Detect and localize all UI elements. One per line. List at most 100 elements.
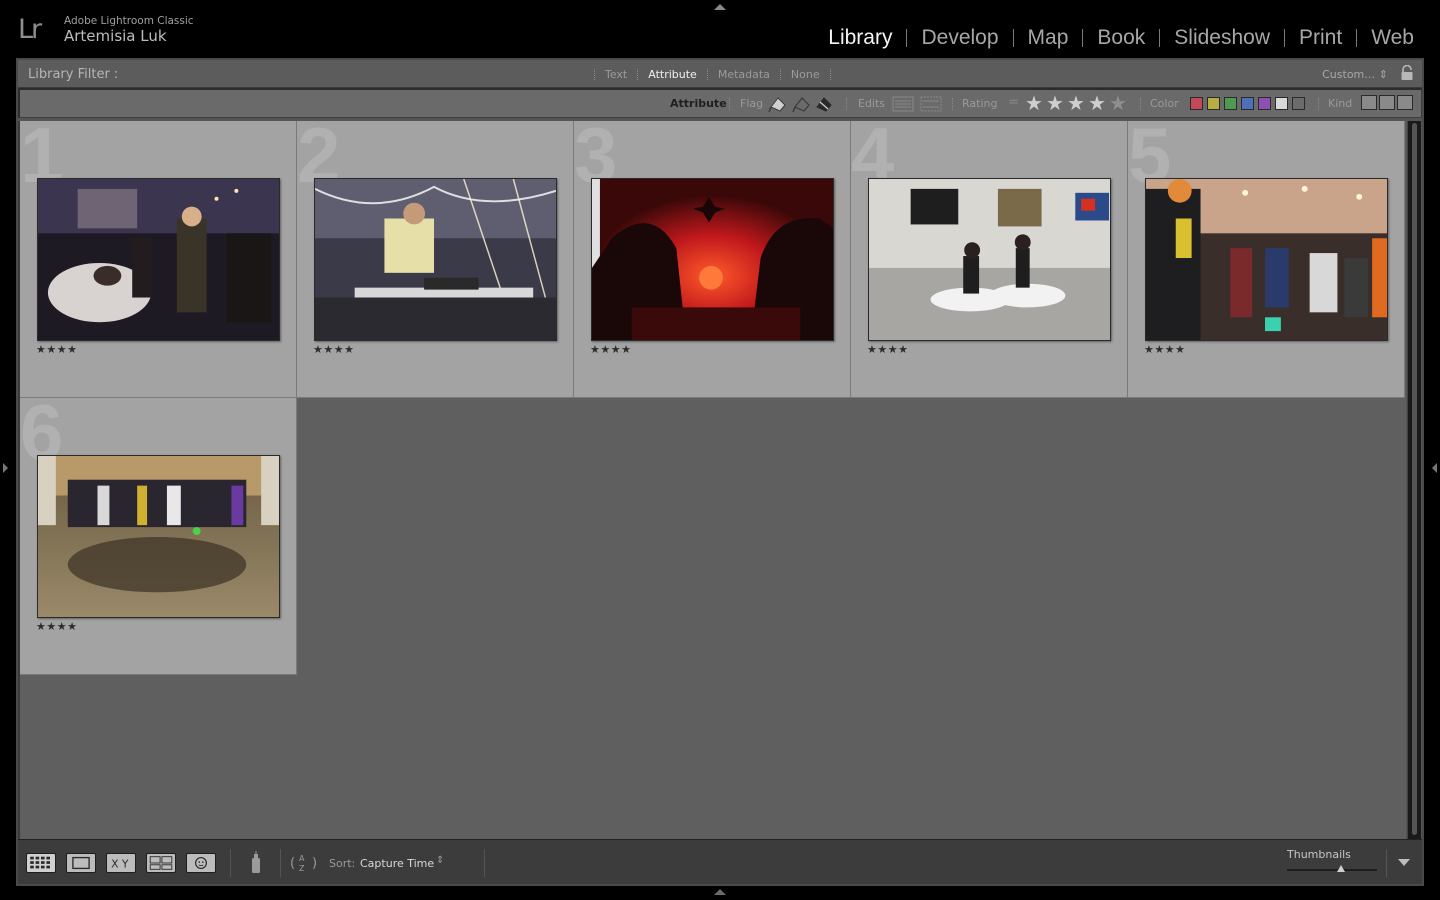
toolbar-content-menu-icon[interactable] bbox=[1398, 859, 1410, 866]
cell-rating: ★★★★ bbox=[590, 343, 632, 356]
photo-thumbnail[interactable] bbox=[37, 455, 280, 618]
flag-picked-icon[interactable] bbox=[768, 94, 788, 114]
toolbar-divider bbox=[230, 849, 231, 877]
filter-preset-select[interactable]: Custom… ⇕ bbox=[1322, 68, 1388, 81]
module-library[interactable]: Library bbox=[814, 26, 906, 50]
identity-plate: Lr Adobe Lightroom Classic Artemisia Luk… bbox=[0, 0, 1440, 58]
survey-view-icon[interactable] bbox=[146, 853, 176, 873]
module-picker: Library Develop Map Book Slideshow Print… bbox=[814, 24, 1428, 52]
thumbnails-label: Thumbnails bbox=[1287, 848, 1351, 861]
rating-star-icon[interactable]: ★ bbox=[1088, 93, 1106, 113]
toolbar-divider bbox=[280, 849, 281, 877]
lock-icon[interactable] bbox=[1400, 65, 1414, 81]
color-swatch[interactable] bbox=[1241, 97, 1254, 110]
cell-rating: ★★★★ bbox=[36, 343, 78, 356]
filter-tab-attribute[interactable]: Attribute bbox=[638, 68, 707, 81]
grid-scrollbar[interactable] bbox=[1407, 121, 1421, 839]
thumbnail-grid[interactable]: 1 ★★★★ 2 ★★★★ 3 ★★★★ 4 ★★★★ 5 ★★★★ 6 ★★★… bbox=[18, 115, 1406, 839]
rating-label: Rating bbox=[962, 97, 998, 110]
svg-text:Y: Y bbox=[121, 858, 129, 871]
module-print[interactable]: Print bbox=[1285, 26, 1356, 50]
rating-star-icon[interactable]: ★ bbox=[1046, 93, 1064, 113]
library-filter-bar: Library Filter : Text Attribute Metadata… bbox=[18, 60, 1422, 88]
loupe-view-icon[interactable] bbox=[66, 853, 96, 873]
flag-unflagged-icon[interactable] bbox=[792, 94, 812, 114]
chevron-updown-icon[interactable]: ⇕ bbox=[436, 855, 444, 866]
svg-text:): ) bbox=[312, 856, 317, 871]
grid-cell[interactable]: 5 ★★★★ bbox=[1128, 115, 1405, 398]
grid-cell[interactable]: 1 ★★★★ bbox=[20, 115, 297, 398]
edits-label: Edits bbox=[858, 97, 886, 110]
kind-master-icon[interactable] bbox=[1361, 95, 1377, 110]
color-swatch[interactable] bbox=[1275, 97, 1288, 110]
thumbnail-size-slider[interactable] bbox=[1287, 869, 1377, 871]
photo-thumbnail[interactable] bbox=[1145, 178, 1388, 341]
scrollbar-thumb[interactable] bbox=[1412, 123, 1417, 835]
bottom-panel-toggle-icon[interactable] bbox=[714, 889, 726, 895]
color-swatch[interactable] bbox=[1190, 97, 1203, 110]
attribute-title: Attribute bbox=[670, 97, 727, 110]
sort-select[interactable]: Capture Time bbox=[360, 857, 434, 870]
toolbar-divider bbox=[1386, 849, 1387, 877]
sort-direction-icon[interactable]: ( A Z ) bbox=[288, 851, 322, 873]
filter-tab-metadata[interactable]: Metadata bbox=[708, 68, 780, 81]
painter-spray-can-icon[interactable] bbox=[249, 851, 263, 875]
filter-preset-value: Custom… bbox=[1322, 68, 1376, 81]
edited-icon[interactable] bbox=[892, 95, 914, 113]
module-slideshow[interactable]: Slideshow bbox=[1160, 26, 1284, 50]
color-swatch[interactable] bbox=[1292, 97, 1305, 110]
rating-star-icon[interactable]: ★ bbox=[1109, 93, 1127, 113]
photo-thumbnail[interactable] bbox=[591, 178, 834, 341]
module-develop[interactable]: Develop bbox=[907, 26, 1012, 50]
app-name: Adobe Lightroom Classic bbox=[64, 15, 194, 27]
cell-rating: ★★★★ bbox=[36, 620, 78, 633]
attribute-divider bbox=[952, 98, 953, 110]
color-label: Color bbox=[1150, 97, 1179, 110]
module-map[interactable]: Map bbox=[1014, 26, 1083, 50]
grid-cell[interactable]: 2 ★★★★ bbox=[297, 115, 574, 398]
svg-text:(: ( bbox=[290, 856, 295, 871]
flag-label: Flag bbox=[740, 97, 764, 110]
grid-cell[interactable]: 3 ★★★★ bbox=[574, 115, 851, 398]
photo-thumbnail[interactable] bbox=[868, 178, 1111, 341]
library-main-area: Library Filter : Text Attribute Metadata… bbox=[16, 58, 1424, 886]
cell-rating: ★★★★ bbox=[1144, 343, 1186, 356]
filter-tab-text[interactable]: Text bbox=[595, 68, 637, 81]
module-web[interactable]: Web bbox=[1357, 26, 1428, 50]
top-panel-toggle-icon[interactable] bbox=[714, 4, 726, 10]
color-swatch[interactable] bbox=[1207, 97, 1220, 110]
compare-view-icon[interactable]: X Y bbox=[106, 853, 136, 873]
attribute-divider bbox=[846, 98, 847, 110]
grid-cell[interactable]: 6 ★★★★ bbox=[20, 392, 297, 675]
photo-thumbnail[interactable] bbox=[314, 178, 557, 341]
grid-view-icon[interactable] bbox=[26, 853, 56, 873]
rating-star-icon[interactable]: ★ bbox=[1067, 93, 1085, 113]
toolbar-divider bbox=[484, 849, 485, 877]
library-filter-title: Library Filter : bbox=[28, 67, 119, 82]
kind-virtual-copy-icon[interactable] bbox=[1379, 95, 1395, 110]
right-panel-toggle-icon[interactable] bbox=[1432, 463, 1437, 473]
left-panel-toggle-icon[interactable] bbox=[3, 463, 8, 473]
unedited-icon[interactable] bbox=[920, 95, 942, 113]
filter-divider bbox=[829, 69, 831, 80]
lightroom-logo: Lr bbox=[18, 14, 42, 45]
svg-text:Z: Z bbox=[299, 864, 305, 873]
rating-operator[interactable]: = bbox=[1008, 95, 1019, 110]
photo-thumbnail[interactable] bbox=[37, 178, 280, 341]
grid-cell[interactable]: 4 ★★★★ bbox=[851, 115, 1128, 398]
rating-star-icon[interactable]: ★ bbox=[1025, 93, 1043, 113]
filter-tab-none[interactable]: None bbox=[781, 68, 830, 81]
flag-rejected-icon[interactable] bbox=[814, 94, 834, 114]
thumbnail-size-knob[interactable] bbox=[1337, 865, 1345, 872]
library-toolbar: X Y ( A Z ) Sort: Capture Time ⇕ Thumbna… bbox=[18, 839, 1422, 884]
svg-text:A: A bbox=[299, 854, 305, 863]
color-swatch[interactable] bbox=[1258, 97, 1271, 110]
color-swatch[interactable] bbox=[1224, 97, 1237, 110]
svg-text:X: X bbox=[111, 858, 119, 871]
people-view-icon[interactable] bbox=[186, 853, 216, 873]
module-book[interactable]: Book bbox=[1083, 26, 1159, 50]
user-name: Artemisia Luk bbox=[64, 27, 167, 45]
chevron-updown-icon: ⇕ bbox=[1378, 68, 1388, 81]
kind-video-icon[interactable] bbox=[1397, 95, 1413, 110]
attribute-divider bbox=[1318, 98, 1319, 110]
